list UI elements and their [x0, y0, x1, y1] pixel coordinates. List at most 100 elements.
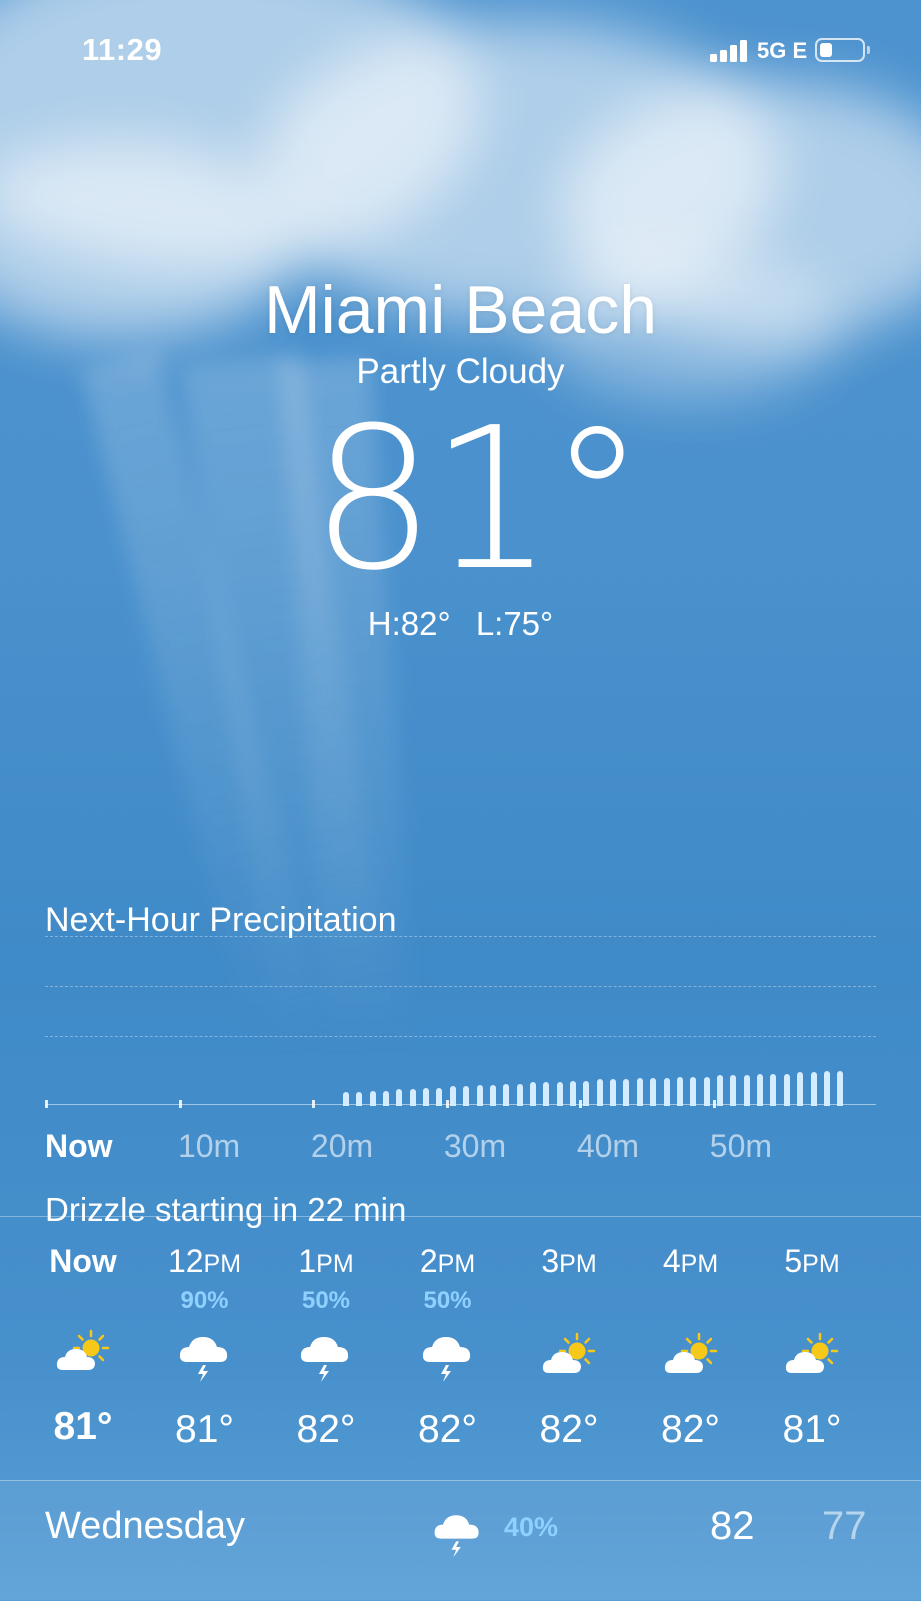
precip-bar: [583, 1081, 590, 1106]
network-type: 5G E: [757, 38, 808, 63]
day-low-temp: 77: [822, 1504, 867, 1548]
precip-bar: [757, 1074, 764, 1106]
hour-temperature: 81°: [782, 1408, 842, 1451]
daily-forecast[interactable]: Wednesday 40% 82 77: [0, 1480, 921, 1601]
thunderstorm-icon: [265, 1322, 387, 1388]
hour-temperature: 81°: [175, 1408, 234, 1451]
status-time: 11:29: [82, 32, 163, 67]
precip-bar: [743, 1075, 750, 1106]
precipitation-title: Next-Hour Precipitation: [45, 901, 397, 939]
partly-cloudy-icon: [630, 1322, 752, 1388]
precip-bar: [449, 1086, 456, 1106]
precip-bar: [463, 1086, 470, 1106]
precip-bar: [543, 1082, 550, 1106]
precip-bar: [730, 1075, 737, 1106]
axis-label: Now: [45, 1128, 113, 1164]
hour-precip-chance: [22, 1283, 144, 1313]
hour-time: 3PM: [541, 1243, 597, 1279]
thunderstorm-icon: [387, 1322, 509, 1388]
axis-label: 30m: [443, 1128, 507, 1164]
hour-time: 5PM: [784, 1243, 840, 1279]
precip-bar: [783, 1074, 790, 1106]
thunderstorm-icon: [144, 1322, 266, 1388]
status-bar: 11:29 5G E: [0, 28, 921, 72]
precip-bar: [396, 1089, 403, 1106]
precip-bar: [703, 1077, 710, 1106]
hour-temperature: 82°: [296, 1408, 356, 1451]
hour-time: 4PM: [662, 1243, 719, 1279]
hour-temperature: 82°: [539, 1408, 599, 1451]
precip-bar: [663, 1078, 670, 1106]
partly-cloudy-icon: [22, 1319, 144, 1385]
axis-label: 40m: [576, 1128, 640, 1164]
thunderstorm-icon: [430, 1505, 486, 1561]
axis-tick: [445, 1100, 449, 1108]
axis-tick: [45, 1100, 48, 1108]
hourly-forecast[interactable]: Now 81° 12PM 90% 81° 1PM 50% 82° 2PM 50% 82° 3P…: [0, 1216, 921, 1481]
gridline: [45, 936, 876, 937]
precipitation-axis: Now 10m 20m 30m 40m 50m: [45, 1128, 876, 1168]
precip-bar: [342, 1092, 349, 1106]
city-name: Miami Beach: [263, 272, 658, 348]
precip-bar: [383, 1091, 389, 1106]
precip-bar: [503, 1084, 510, 1106]
hour-precip-chance: 50%: [301, 1287, 351, 1314]
current-temperature: 81°: [310, 386, 646, 614]
precip-bar: [650, 1078, 657, 1106]
hour-column: 3PM 82°: [508, 1217, 630, 1452]
hour-precip-chance: 90%: [180, 1287, 229, 1314]
axis-tick: [312, 1100, 316, 1108]
precip-bar: [717, 1075, 723, 1106]
precip-bar: [690, 1077, 697, 1106]
hour-column: Now 81°: [22, 1217, 144, 1449]
precip-bar: [436, 1088, 443, 1106]
day-name: Wednesday: [45, 1505, 245, 1547]
precipitation-chart: [45, 936, 876, 1112]
day-high-temp: 82: [710, 1504, 755, 1548]
partly-cloudy-icon: [751, 1322, 873, 1388]
precip-bar: [556, 1082, 563, 1106]
precip-bar: [676, 1077, 683, 1106]
precip-bar: [823, 1071, 830, 1106]
current-conditions: Miami Beach Partly Cloudy 81° H:82° L:75…: [0, 270, 921, 644]
cellular-signal-icon: [710, 40, 750, 62]
low-temp: L:75°: [475, 605, 554, 642]
hour-column: 2PM 50% 82°: [387, 1217, 509, 1452]
precip-bar: [837, 1071, 844, 1106]
axis-label: 20m: [310, 1128, 374, 1164]
precip-bar: [797, 1072, 804, 1106]
hour-temperature: 81°: [53, 1405, 113, 1448]
precip-bar: [489, 1085, 496, 1106]
precip-bar: [570, 1081, 577, 1106]
axis-tick: [713, 1100, 716, 1108]
precip-bar: [409, 1089, 416, 1106]
hour-time: 1PM: [298, 1243, 354, 1279]
precip-bar: [596, 1079, 603, 1106]
precipitation-module[interactable]: Next-Hour Precipitation Now 10m 20m 30m 40m 5…: [45, 900, 876, 1228]
axis-label: 50m: [709, 1128, 773, 1164]
precip-bar: [610, 1079, 617, 1106]
precip-bar: [356, 1092, 363, 1106]
precip-bar: [529, 1082, 536, 1106]
day-precip-chance: 40%: [504, 1512, 559, 1542]
axis-tick: [579, 1100, 583, 1108]
hour-precip-chance: [630, 1286, 752, 1316]
hour-temperature: 82°: [418, 1408, 477, 1451]
hour-temperature: 82°: [661, 1408, 720, 1451]
precipitation-bars: [45, 952, 876, 1108]
hour-time: 12PM: [167, 1243, 242, 1279]
precip-bar: [516, 1084, 523, 1106]
precip-bar: [810, 1072, 817, 1106]
battery-icon: [815, 38, 870, 62]
precip-bar: [476, 1085, 483, 1106]
precip-bar: [623, 1079, 630, 1106]
precip-bar: [770, 1074, 777, 1106]
high-low: H:82° L:75°: [0, 604, 921, 644]
precip-bar: [636, 1078, 643, 1106]
hour-column: 4PM 82°: [630, 1217, 752, 1452]
hour-time: 2PM: [419, 1243, 476, 1279]
precip-bar: [369, 1091, 376, 1106]
hour-time: Now: [49, 1243, 117, 1279]
hour-column: 5PM 81°: [751, 1217, 873, 1452]
hour-column: 1PM 50% 82°: [265, 1217, 387, 1452]
